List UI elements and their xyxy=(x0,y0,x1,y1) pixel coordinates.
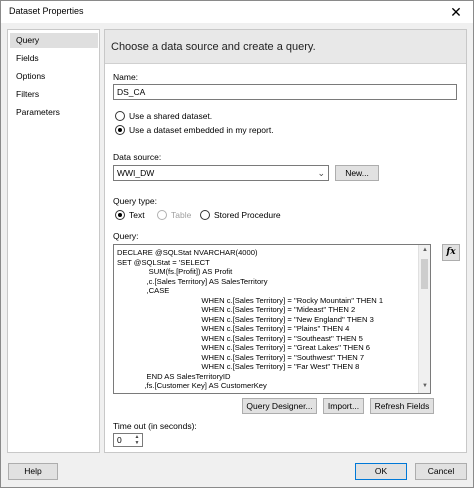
ok-button[interactable]: OK xyxy=(355,463,407,480)
timeout-value: 0 xyxy=(117,435,122,445)
query-line: WHEN c.[Sales Territory] = ''Southwest''… xyxy=(117,352,365,362)
query-line: END AS SalesTerritoryID xyxy=(117,371,231,381)
sidebar-item-options[interactable]: Options xyxy=(10,69,98,84)
query-line: SET @SQLStat = 'SELECT xyxy=(117,257,210,267)
embedded-dataset-radio[interactable] xyxy=(115,125,125,135)
scroll-up-icon[interactable]: ▲ xyxy=(421,247,429,253)
stepper-arrows-icon[interactable]: ▲ ▼ xyxy=(133,434,141,446)
help-button[interactable]: Help xyxy=(8,463,58,480)
query-line: WHEN c.[Sales Territory] = ''Great Lakes… xyxy=(117,343,371,352)
sidebar-item-filters[interactable]: Filters xyxy=(10,87,98,102)
sidebar-item-query[interactable]: Query xyxy=(10,33,98,48)
title-bar: Dataset Properties ✕ xyxy=(1,1,473,23)
query-line: ,fs.[Customer Key] AS CustomerKey xyxy=(117,381,267,390)
sidebar-nav: Query Fields Options Filters Parameters xyxy=(7,29,100,453)
name-label: Name: xyxy=(113,72,139,82)
scrollbar-thumb[interactable] xyxy=(421,259,428,289)
query-line: WHEN c.[Sales Territory] = ''Southeast''… xyxy=(117,333,363,343)
query-type-stored-procedure-radio[interactable] xyxy=(200,210,210,220)
data-source-dropdown[interactable]: WWI_DW ⌄ xyxy=(113,165,329,181)
sidebar-item-fields[interactable]: Fields xyxy=(10,51,98,66)
query-line: WHEN c.[Sales Territory] = ''Far West'' … xyxy=(117,362,360,371)
close-icon[interactable]: ✕ xyxy=(447,3,465,21)
query-line: ,c.[Sales Territory] AS SalesTerritory xyxy=(117,276,268,286)
window-title: Dataset Properties xyxy=(9,6,84,16)
query-line: ,CASE xyxy=(117,286,170,295)
query-type-text-radio[interactable] xyxy=(115,210,125,220)
shared-dataset-radio[interactable] xyxy=(115,111,125,121)
query-line: DECLARE @SQLStat NVARCHAR(4000) xyxy=(117,248,258,257)
query-text-editor[interactable]: DECLARE @SQLStat NVARCHAR(4000) SET @SQL… xyxy=(113,244,431,394)
scroll-down-icon[interactable]: ▼ xyxy=(421,383,429,389)
chevron-down-icon: ⌄ xyxy=(317,168,325,178)
query-line: WHEN c.[Sales Territory] = ''New England… xyxy=(117,314,374,324)
query-line: WHEN c.[Sales Territory] = ''Rocky Mount… xyxy=(117,295,384,305)
query-line: WHEN c.[Sales Territory] = ''Plains'' TH… xyxy=(117,324,350,333)
new-data-source-button[interactable]: New... xyxy=(335,165,379,181)
fx-icon: fx xyxy=(446,247,456,257)
timeout-stepper[interactable]: 0 ▲ ▼ xyxy=(113,433,143,447)
query-line: WHEN c.[Sales Territory] = ''Mideast'' T… xyxy=(117,305,356,314)
query-line: SUM(fs.[Profit]) AS Profit xyxy=(117,267,233,276)
dataset-properties-dialog: Dataset Properties ✕ Query Fields Option… xyxy=(0,0,474,488)
data-source-value: WWI_DW xyxy=(117,168,155,178)
query-type-table-radio xyxy=(157,210,167,220)
panel-header: Choose a data source and create a query. xyxy=(105,30,466,64)
query-scrollbar[interactable]: ▲ ▼ xyxy=(418,245,430,393)
expression-fx-button[interactable]: fx xyxy=(442,244,460,261)
data-source-label: Data source: xyxy=(113,152,162,162)
embedded-dataset-label: Use a dataset embedded in my report. xyxy=(129,125,274,135)
name-field[interactable]: DS_CA xyxy=(113,84,457,100)
query-type-stored-procedure-label: Stored Procedure xyxy=(214,210,281,220)
query-label: Query: xyxy=(113,231,139,241)
query-type-table-label: Table xyxy=(171,210,192,220)
query-panel: Choose a data source and create a query.… xyxy=(104,29,467,453)
import-button[interactable]: Import... xyxy=(323,398,364,414)
cancel-button[interactable]: Cancel xyxy=(415,463,467,480)
timeout-label: Time out (in seconds): xyxy=(113,421,197,431)
query-designer-button[interactable]: Query Designer... xyxy=(242,398,317,414)
panel-heading: Choose a data source and create a query. xyxy=(111,41,316,53)
shared-dataset-label: Use a shared dataset. xyxy=(129,111,213,121)
sidebar-item-parameters[interactable]: Parameters xyxy=(10,105,98,120)
refresh-fields-button[interactable]: Refresh Fields xyxy=(370,398,434,414)
query-type-label: Query type: xyxy=(113,196,157,206)
query-type-text-label: Text xyxy=(129,210,145,220)
